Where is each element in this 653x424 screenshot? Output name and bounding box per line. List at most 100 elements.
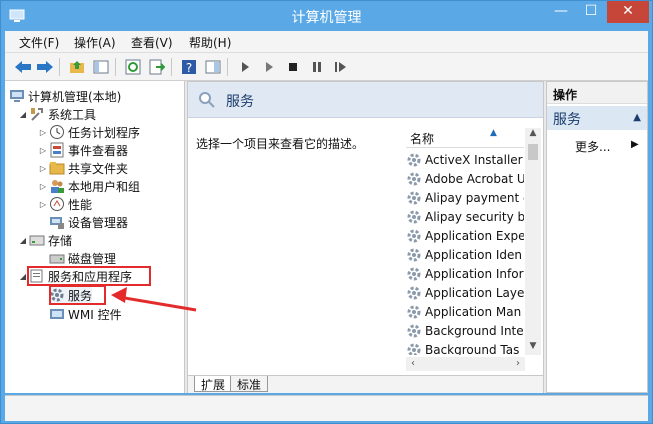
tree-item-label: 磁盘管理 — [68, 251, 117, 266]
tab-extended[interactable]: 扩展 — [194, 376, 233, 392]
collapsed-icon[interactable]: ▷ — [37, 128, 49, 137]
list-item[interactable]: Alipay payment c — [406, 188, 524, 207]
list-item[interactable]: Adobe Acrobat U — [406, 169, 524, 188]
title-bar[interactable]: 计算机管理 — ☐ ✕ — [1, 1, 652, 31]
service-gear-icon — [407, 324, 421, 337]
service-gear-icon — [407, 172, 421, 185]
service-gear-icon — [407, 286, 421, 299]
tree-item-disk-management[interactable]: 磁盘管理 — [49, 249, 116, 267]
more-actions-link[interactable]: 更多... — [575, 138, 610, 155]
start-service-alt-icon[interactable] — [259, 57, 279, 77]
menu-file[interactable]: 文件(F) — [19, 34, 59, 51]
stop-service-icon[interactable] — [283, 57, 303, 77]
list-item[interactable]: ActiveX Installer — [406, 150, 524, 169]
collapse-icon[interactable]: ▲ — [633, 112, 641, 123]
tree-item-device-manager[interactable]: 设备管理器 — [49, 213, 128, 231]
toolbar: ? — [5, 53, 648, 81]
vertical-scrollbar[interactable]: ▲ ▼ — [525, 128, 541, 355]
service-name: Background Inte — [425, 323, 524, 338]
horizontal-scrollbar[interactable]: ‹ › — [406, 357, 525, 371]
users-icon — [51, 180, 64, 193]
highlight-services — [49, 285, 106, 305]
computer-management-window: 计算机管理 — ☐ ✕ 文件(F) 操作(A) 查看(V) 帮助(H) ? 计算… — [0, 0, 653, 424]
menu-view[interactable]: 查看(V) — [131, 34, 173, 51]
list-item[interactable]: Application Infor — [406, 264, 524, 283]
tab-standard[interactable]: 标准 — [230, 376, 269, 392]
actions-section-label: 服务 — [553, 112, 581, 128]
actions-section-services[interactable]: 服务 ▲ — [547, 106, 647, 130]
show-hide-tree-icon[interactable] — [91, 57, 111, 77]
menu-help[interactable]: 帮助(H) — [189, 34, 231, 51]
tree-item-label: 存储 — [48, 233, 73, 248]
chevron-right-icon: ▶ — [631, 139, 639, 150]
menu-bar: 文件(F) 操作(A) 查看(V) 帮助(H) — [5, 31, 648, 53]
list-item[interactable]: Application Iden — [406, 245, 524, 264]
pause-service-icon[interactable] — [307, 57, 327, 77]
scroll-down-icon[interactable]: ▼ — [525, 341, 541, 355]
services-list: ActiveX Installer Adobe Acrobat U Alipay… — [406, 150, 524, 355]
column-header-label: 名称 — [410, 132, 435, 146]
tree-item-label: 任务计划程序 — [68, 125, 141, 140]
service-name: Alipay payment c — [425, 190, 524, 205]
svg-text:?: ? — [186, 61, 192, 75]
service-name: Adobe Acrobat U — [425, 171, 524, 186]
export-list-icon[interactable] — [147, 57, 167, 77]
tree-item-event-viewer[interactable]: ▷ 事件查看器 — [37, 141, 128, 159]
highlight-services-apps — [27, 266, 151, 286]
tree-item-local-users[interactable]: ▷ 本地用户和组 — [37, 177, 140, 195]
performance-icon — [50, 197, 64, 211]
scroll-up-icon[interactable]: ▲ — [525, 128, 541, 142]
service-gear-icon — [407, 248, 421, 261]
collapsed-icon[interactable]: ▷ — [37, 182, 49, 191]
service-gear-icon — [407, 305, 421, 318]
tree-item-task-scheduler[interactable]: ▷ 任务计划程序 — [37, 123, 140, 141]
service-gear-icon — [407, 229, 421, 242]
tree-item-label: 设备管理器 — [68, 215, 129, 230]
wmi-icon — [50, 309, 64, 319]
services-header-icon — [199, 92, 215, 108]
properties-pane-icon[interactable] — [203, 57, 223, 77]
scroll-left-icon[interactable]: ‹ — [406, 357, 420, 371]
expanded-icon[interactable]: ◢ — [17, 236, 29, 245]
expanded-icon[interactable]: ◢ — [17, 110, 29, 119]
back-icon[interactable] — [13, 57, 33, 77]
up-folder-icon[interactable] — [67, 57, 87, 77]
column-header-name[interactable]: 名称 ▲ — [406, 128, 524, 148]
list-item[interactable]: Application Man — [406, 302, 524, 321]
close-button[interactable]: ✕ — [607, 1, 649, 23]
tree-item-system-tools[interactable]: ◢ 系统工具 — [17, 105, 96, 123]
tree-item-wmi[interactable]: WMI 控件 — [49, 305, 122, 323]
refresh-icon[interactable] — [123, 57, 143, 77]
tree-item-label: 本地用户和组 — [68, 179, 141, 194]
forward-icon[interactable] — [35, 57, 55, 77]
tree-item-label: 性能 — [68, 197, 93, 212]
service-description: 选择一个项目来查看它的描述。 — [196, 137, 365, 151]
tree-item-performance[interactable]: ▷ 性能 — [37, 195, 92, 213]
menu-action[interactable]: 操作(A) — [74, 34, 116, 51]
list-item[interactable]: Application Expe — [406, 226, 524, 245]
collapsed-icon[interactable]: ▷ — [37, 146, 49, 155]
collapsed-icon[interactable]: ▷ — [37, 164, 49, 173]
scroll-right-icon[interactable]: › — [511, 357, 525, 371]
help-icon[interactable]: ? — [179, 57, 199, 77]
maximize-button[interactable]: ☐ — [576, 1, 606, 23]
start-service-icon[interactable] — [235, 57, 255, 77]
tree-item-storage[interactable]: ◢ 存储 — [17, 231, 72, 249]
service-name: Application Man — [425, 304, 522, 319]
collapsed-icon[interactable]: ▷ — [37, 200, 49, 209]
tree-item-label: 事件查看器 — [68, 143, 129, 158]
minimize-button[interactable]: — — [546, 1, 576, 23]
list-item[interactable]: Application Laye — [406, 283, 524, 302]
list-item[interactable]: Background Inte — [406, 321, 524, 340]
actions-pane: 操作 服务 ▲ 更多... ▶ — [546, 81, 648, 393]
list-item[interactable]: Background Tas — [406, 340, 524, 355]
tree-item-shared-folders[interactable]: ▷ 共享文件夹 — [37, 159, 128, 177]
service-gear-icon — [407, 153, 421, 166]
scroll-thumb[interactable] — [528, 144, 538, 160]
list-item[interactable]: Alipay security b — [406, 207, 524, 226]
tree-item-label: 共享文件夹 — [68, 161, 129, 176]
restart-service-icon[interactable] — [331, 57, 351, 77]
tree-root[interactable]: 计算机管理(本地) — [9, 87, 121, 105]
view-tabs: 扩展 标准 — [188, 375, 543, 393]
services-pane: 服务 选择一个项目来查看它的描述。 名称 ▲ ActiveX Installer… — [187, 81, 544, 393]
